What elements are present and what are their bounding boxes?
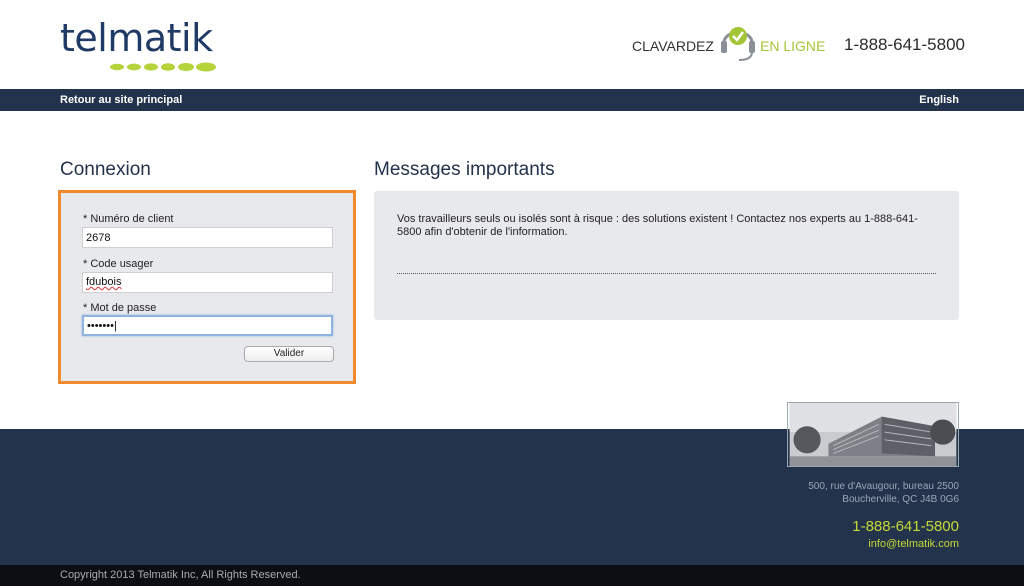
password-input[interactable]: •••••••| [82, 315, 333, 336]
user-code-value: fdubois [86, 276, 122, 288]
site-header: telmatik CLAVARDEZ EN LIGNE 1-888-641-58… [0, 0, 1024, 89]
logo-wordmark: telmatik [60, 16, 213, 60]
client-number-label: * Numéro de client [83, 213, 174, 225]
telmatik-logo[interactable]: telmatik [60, 16, 216, 72]
client-number-input[interactable] [82, 227, 333, 248]
messages-title: Messages importants [374, 159, 555, 180]
online-status-label[interactable]: EN LIGNE [760, 38, 825, 54]
message-divider [397, 273, 936, 274]
messages-panel: Vos travailleurs seuls ou isolés sont à … [374, 191, 959, 320]
user-code-input[interactable]: fdubois [82, 272, 333, 293]
submit-button[interactable]: Valider [244, 346, 334, 362]
chat-label[interactable]: CLAVARDEZ [632, 38, 714, 54]
english-language-link[interactable]: English [919, 94, 959, 106]
user-code-label: * Code usager [83, 258, 154, 270]
office-building-photo [787, 402, 959, 467]
login-form: * Numéro de client * Code usager fdubois… [58, 190, 356, 384]
message-text: Vos travailleurs seuls ou isolés sont à … [397, 213, 918, 238]
login-title: Connexion [60, 159, 151, 180]
copyright-text: Copyright 2013 Telmatik Inc, All Rights … [60, 569, 301, 581]
text-cursor: | [113, 320, 117, 332]
header-phone: 1-888-641-5800 [844, 35, 965, 54]
password-label: * Mot de passe [83, 302, 157, 314]
copyright-bar: Copyright 2013 Telmatik Inc, All Rights … [0, 565, 1024, 586]
address-line-2: Boucherville, QC J4B 0G6 [842, 494, 959, 505]
back-to-main-site-link[interactable]: Retour au site principal [60, 94, 182, 106]
footer-email-link[interactable]: info@telmatik.com [868, 538, 959, 550]
footer-phone: 1-888-641-5800 [852, 518, 959, 535]
top-nav-bar: Retour au site principal English [0, 89, 1024, 111]
password-value: ••••••• [87, 320, 114, 332]
address-line-1: 500, rue d'Avaugour, bureau 2500 [808, 481, 959, 492]
logo-dots-icon [110, 62, 216, 72]
headset-check-icon[interactable] [719, 21, 757, 63]
